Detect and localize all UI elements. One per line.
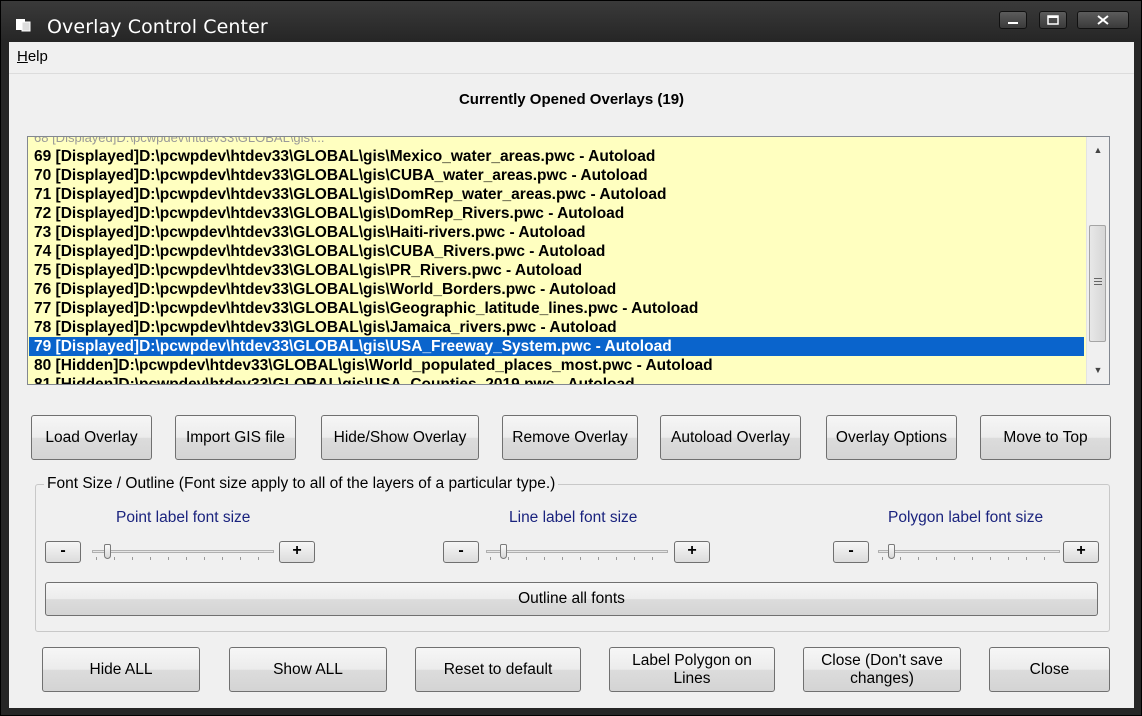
autoload-overlay-button[interactable]: Autoload Overlay — [660, 415, 801, 460]
load-overlay-button[interactable]: Load Overlay — [31, 415, 152, 460]
overlay-list-item[interactable]: 73 [Displayed]D:\pcwpdev\htdev33\GLOBAL\… — [29, 223, 1084, 242]
import-gis-file-button[interactable]: Import GIS file — [175, 415, 296, 460]
slider-track — [878, 550, 1060, 553]
slider-ticks — [490, 557, 664, 560]
menu-help-label: elp — [27, 48, 48, 65]
overlay-list-item[interactable]: 71 [Displayed]D:\pcwpdev\htdev33\GLOBAL\… — [29, 185, 1084, 204]
slider-thumb[interactable] — [500, 544, 507, 559]
hide-show-overlay-button[interactable]: Hide/Show Overlay — [321, 415, 479, 460]
show-all-button[interactable]: Show ALL — [229, 647, 387, 692]
overlay-list-item[interactable]: 70 [Displayed]D:\pcwpdev\htdev33\GLOBAL\… — [29, 166, 1084, 185]
overlays-heading: Currently Opened Overlays (19) — [458, 91, 685, 108]
menu-bar: Help — [9, 42, 1134, 74]
slider-track — [486, 550, 668, 553]
remove-overlay-button[interactable]: Remove Overlay — [502, 415, 638, 460]
line-font-decrease-button[interactable]: - — [443, 541, 479, 563]
overlay-list-item[interactable]: 76 [Displayed]D:\pcwpdev\htdev33\GLOBAL\… — [29, 280, 1084, 299]
app-icon — [16, 19, 31, 32]
hide-all-button[interactable]: Hide ALL — [42, 647, 200, 692]
overlay-options-button[interactable]: Overlay Options — [826, 415, 957, 460]
close-window-button[interactable] — [1077, 11, 1129, 29]
overlay-control-center-window: Overlay Control Center Help Currently Op… — [0, 0, 1142, 716]
overlay-list-items: 68 [Displayed]D:\pcwpdev\htdev33\GLOBAL\… — [29, 137, 1084, 384]
label-polygon-on-lines-button[interactable]: Label Polygon on Lines — [609, 647, 775, 692]
outline-all-fonts-button[interactable]: Outline all fonts — [45, 582, 1098, 616]
polygon-font-increase-button[interactable]: + — [1063, 541, 1099, 563]
overlay-list-item[interactable]: 75 [Displayed]D:\pcwpdev\htdev33\GLOBAL\… — [29, 261, 1084, 280]
overlay-list-item[interactable]: 77 [Displayed]D:\pcwpdev\htdev33\GLOBAL\… — [29, 299, 1084, 318]
polygon-label-font-size-label: Polygon label font size — [888, 509, 1044, 526]
slider-thumb[interactable] — [888, 544, 895, 559]
font-size-outline-group: Font Size / Outline (Font size apply to … — [35, 475, 1110, 632]
maximize-button[interactable] — [1039, 11, 1067, 29]
scroll-down-arrow-icon[interactable]: ▼ — [1087, 361, 1109, 379]
point-font-increase-button[interactable]: + — [279, 541, 315, 563]
overlay-list-scrollbar[interactable]: ▲ ▼ — [1086, 137, 1109, 384]
title-bar[interactable]: Overlay Control Center — [1, 1, 1141, 41]
reset-to-default-button[interactable]: Reset to default — [415, 647, 581, 692]
overlay-list-item-selected[interactable]: 79 [Displayed]D:\pcwpdev\htdev33\GLOBAL\… — [29, 337, 1084, 356]
font-group-title: Font Size / Outline (Font size apply to … — [44, 475, 559, 493]
overlay-list[interactable]: 68 [Displayed]D:\pcwpdev\htdev33\GLOBAL\… — [27, 136, 1110, 385]
slider-track — [92, 550, 274, 553]
overlay-list-item[interactable]: 81 [Hidden]D:\pcwpdev\htdev33\GLOBAL\gis… — [29, 375, 1084, 384]
line-font-increase-button[interactable]: + — [674, 541, 710, 563]
overlay-list-item[interactable]: 72 [Displayed]D:\pcwpdev\htdev33\GLOBAL\… — [29, 204, 1084, 223]
dialog-client: Help Currently Opened Overlays (19) 68 [… — [9, 42, 1134, 708]
overlay-list-item[interactable]: 69 [Displayed]D:\pcwpdev\htdev33\GLOBAL\… — [29, 147, 1084, 166]
polygon-font-size-slider[interactable] — [878, 543, 1060, 565]
scroll-thumb[interactable] — [1089, 225, 1106, 342]
scroll-grip-icon — [1094, 278, 1102, 287]
point-label-font-size-label: Point label font size — [116, 509, 251, 526]
overlay-list-item[interactable]: 68 [Displayed]D:\pcwpdev\htdev33\GLOBAL\… — [29, 137, 1084, 147]
maximize-icon — [1047, 15, 1059, 25]
point-font-decrease-button[interactable]: - — [45, 541, 81, 563]
move-to-top-button[interactable]: Move to Top — [980, 415, 1111, 460]
close-dont-save-button[interactable]: Close (Don't save changes) — [803, 647, 961, 692]
overlay-list-item[interactable]: 78 [Displayed]D:\pcwpdev\htdev33\GLOBAL\… — [29, 318, 1084, 337]
line-label-font-size-label: Line label font size — [509, 509, 638, 526]
slider-thumb[interactable] — [104, 544, 111, 559]
minimize-button[interactable] — [999, 11, 1027, 29]
slider-ticks — [882, 557, 1056, 560]
menu-help[interactable]: Help — [17, 48, 48, 65]
close-button[interactable]: Close — [989, 647, 1110, 692]
overlay-list-item[interactable]: 80 [Hidden]D:\pcwpdev\htdev33\GLOBAL\gis… — [29, 356, 1084, 375]
overlay-list-item[interactable]: 74 [Displayed]D:\pcwpdev\htdev33\GLOBAL\… — [29, 242, 1084, 261]
scroll-up-arrow-icon[interactable]: ▲ — [1087, 141, 1109, 159]
point-font-size-slider[interactable] — [92, 543, 274, 565]
close-icon — [1097, 15, 1109, 25]
polygon-font-decrease-button[interactable]: - — [833, 541, 869, 563]
line-font-size-slider[interactable] — [486, 543, 668, 565]
menu-help-accelerator: H — [17, 48, 28, 65]
minimize-icon — [1008, 22, 1018, 24]
window-title: Overlay Control Center — [47, 16, 268, 38]
slider-ticks — [96, 557, 270, 560]
